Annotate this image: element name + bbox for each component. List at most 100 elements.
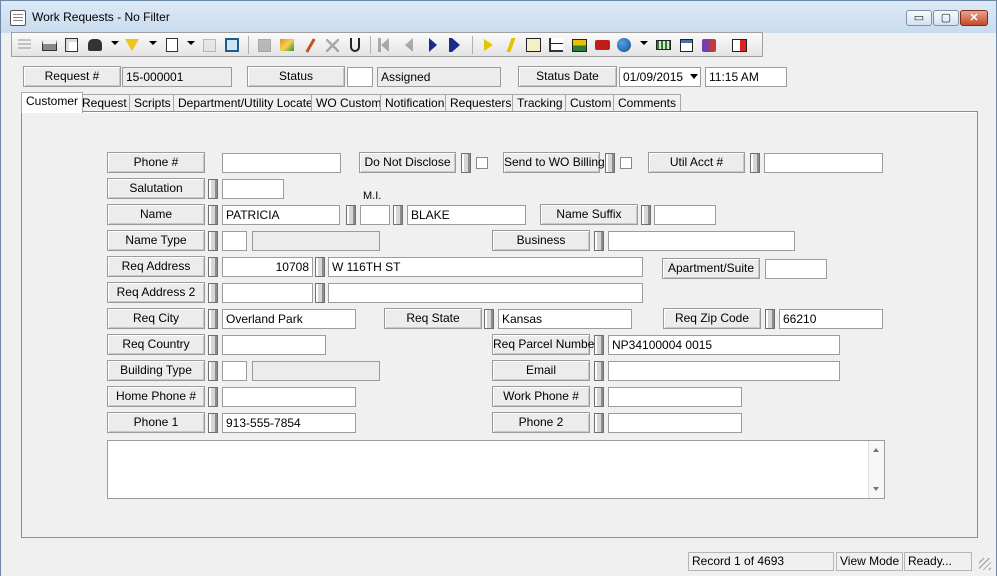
- apartment-suite-button[interactable]: Apartment/Suite: [662, 258, 760, 279]
- work-phone-button[interactable]: Work Phone #: [492, 386, 590, 407]
- building-type-button[interactable]: Building Type: [107, 360, 205, 381]
- address2-a-field[interactable]: [222, 283, 313, 303]
- close-button[interactable]: ✕: [960, 10, 988, 26]
- new-window-icon[interactable]: [676, 36, 696, 54]
- phone-field[interactable]: [222, 153, 341, 173]
- tab-scripts[interactable]: Scripts: [129, 94, 176, 112]
- do-not-disclose-grip[interactable]: [461, 153, 471, 173]
- send-to-wo-billing-grip[interactable]: [605, 153, 615, 173]
- util-acct-grip[interactable]: [750, 153, 760, 173]
- first-name-grip[interactable]: [208, 205, 218, 225]
- phone2-grip[interactable]: [594, 413, 604, 433]
- delete-icon[interactable]: [322, 36, 342, 54]
- last-name-grip[interactable]: [393, 205, 403, 225]
- name-type-grip[interactable]: [208, 231, 218, 251]
- work-phone-grip[interactable]: [594, 387, 604, 407]
- lightning-icon[interactable]: [501, 36, 521, 54]
- address-number-grip[interactable]: [208, 257, 218, 277]
- notes-scrollbar[interactable]: [868, 441, 884, 498]
- exit-icon[interactable]: [729, 36, 749, 54]
- print-preview-icon[interactable]: [61, 36, 81, 54]
- book-icon[interactable]: [699, 36, 719, 54]
- middle-initial-field[interactable]: [360, 205, 390, 225]
- util-acct-field[interactable]: [764, 153, 883, 173]
- email-grip[interactable]: [594, 361, 604, 381]
- building-type-code-field[interactable]: [222, 361, 247, 381]
- status-time-field[interactable]: 11:15 AM: [705, 67, 787, 87]
- country-field[interactable]: [222, 335, 326, 355]
- business-field[interactable]: [608, 231, 795, 251]
- salutation-grip[interactable]: [208, 179, 218, 199]
- request-number-button[interactable]: Request #: [23, 66, 121, 87]
- edit-pencil-icon[interactable]: [300, 36, 320, 54]
- first-name-field[interactable]: PATRICIA: [222, 205, 340, 225]
- print-icon[interactable]: [39, 36, 59, 54]
- chevron-down-icon[interactable]: [690, 74, 698, 79]
- list-icon[interactable]: [14, 36, 34, 54]
- parcel-grip[interactable]: [594, 335, 604, 355]
- status-value-field[interactable]: Assigned: [377, 67, 501, 87]
- req-state-button[interactable]: Req State: [384, 308, 482, 329]
- do-not-disclose-button[interactable]: Do Not Disclose: [359, 152, 456, 173]
- copy-record-icon[interactable]: [199, 36, 219, 54]
- name-button[interactable]: Name: [107, 204, 205, 225]
- email-button[interactable]: Email: [492, 360, 590, 381]
- address-number-field[interactable]: 10708: [222, 257, 313, 277]
- cut-icon[interactable]: [345, 36, 365, 54]
- util-acct-button[interactable]: Util Acct #: [648, 152, 745, 173]
- next-record-icon[interactable]: [423, 36, 443, 54]
- tab-customer[interactable]: Customer: [21, 92, 84, 113]
- name-type-code-field[interactable]: [222, 231, 247, 251]
- notes-icon[interactable]: [277, 36, 297, 54]
- address2-b-field[interactable]: [328, 283, 643, 303]
- phone1-button[interactable]: Phone 1: [107, 412, 205, 433]
- request-number-field[interactable]: 15-000001: [122, 67, 232, 87]
- status-date-field[interactable]: 01/09/2015: [619, 67, 701, 87]
- phone-button[interactable]: Phone #: [107, 152, 205, 173]
- phone2-field[interactable]: [608, 413, 742, 433]
- chevron-down-icon[interactable]: [149, 41, 157, 45]
- business-grip[interactable]: [594, 231, 604, 251]
- status-code-field[interactable]: [347, 67, 373, 87]
- tab-tracking[interactable]: Tracking: [512, 94, 568, 112]
- zip-grip[interactable]: [765, 309, 775, 329]
- name-type-button[interactable]: Name Type: [107, 230, 205, 251]
- send-to-wo-billing-checkbox[interactable]: [620, 157, 632, 169]
- state-grip[interactable]: [484, 309, 494, 329]
- business-button[interactable]: Business: [492, 230, 590, 251]
- address2-grip[interactable]: [208, 283, 218, 303]
- tab-comments[interactable]: Comments: [613, 94, 682, 112]
- email-field[interactable]: [608, 361, 840, 381]
- status-button[interactable]: Status: [247, 66, 345, 87]
- tab-requesters[interactable]: Requesters: [445, 94, 517, 112]
- do-not-disclose-checkbox[interactable]: [476, 157, 488, 169]
- city-grip[interactable]: [208, 309, 218, 329]
- image-icon[interactable]: [569, 36, 589, 54]
- chevron-down-icon[interactable]: [111, 41, 119, 45]
- scroll-down-icon[interactable]: [873, 487, 879, 491]
- save-icon[interactable]: [254, 36, 274, 54]
- country-grip[interactable]: [208, 335, 218, 355]
- apartment-suite-field[interactable]: [765, 259, 827, 279]
- zip-field[interactable]: 66210: [779, 309, 883, 329]
- state-field[interactable]: Kansas: [498, 309, 632, 329]
- req-parcel-button[interactable]: Req Parcel Number: [492, 334, 598, 355]
- req-country-button[interactable]: Req Country: [107, 334, 205, 355]
- parcel-field[interactable]: NP34100004 0015: [608, 335, 840, 355]
- map-icon[interactable]: [523, 36, 543, 54]
- tab-request[interactable]: Request: [77, 94, 132, 112]
- scroll-up-icon[interactable]: [873, 448, 879, 452]
- phone1-field[interactable]: 913-555-7854: [222, 413, 356, 433]
- report-icon[interactable]: [162, 36, 182, 54]
- building-type-grip[interactable]: [208, 361, 218, 381]
- last-name-field[interactable]: BLAKE: [407, 205, 526, 225]
- name-suffix-grip[interactable]: [641, 205, 651, 225]
- name-suffix-field[interactable]: [654, 205, 716, 225]
- tab-wo-custom[interactable]: WO Custom: [311, 94, 387, 112]
- salutation-button[interactable]: Salutation: [107, 178, 205, 199]
- tree-icon[interactable]: [546, 36, 566, 54]
- work-phone-field[interactable]: [608, 387, 742, 407]
- notes-textarea[interactable]: [107, 440, 885, 499]
- chevron-down-icon[interactable]: [187, 41, 195, 45]
- status-date-button[interactable]: Status Date: [518, 66, 617, 87]
